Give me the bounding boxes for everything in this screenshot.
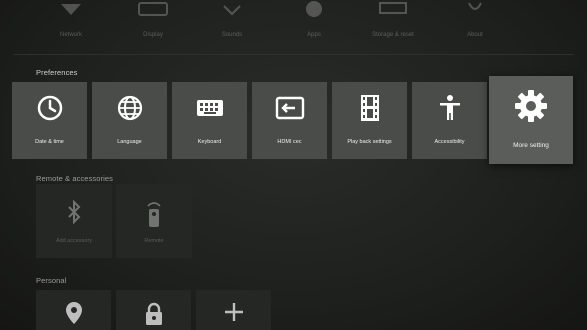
tile-label: Remote <box>144 238 164 244</box>
tile-location[interactable] <box>36 290 111 330</box>
tile-accessibility[interactable]: Accessibility <box>412 82 487 159</box>
tile-label: Accessibility <box>434 139 465 145</box>
tile-label: Add accessory <box>55 238 93 244</box>
top-item-label: About <box>467 32 483 38</box>
keyboard-icon <box>196 100 223 116</box>
top-item-label: Sounds <box>221 32 243 38</box>
accessibility-icon <box>439 95 460 120</box>
top-item-sounds[interactable]: Sounds <box>197 0 267 38</box>
location-icon <box>65 302 82 324</box>
bluetooth-icon <box>68 200 81 224</box>
top-item-label: Display <box>143 32 163 38</box>
wifi-icon <box>61 4 81 15</box>
top-item-apps[interactable]: Apps <box>279 0 349 38</box>
globe-icon <box>117 95 142 121</box>
gear-icon <box>515 90 547 122</box>
tile-hdmi-cec[interactable]: HDMI cec <box>252 82 327 159</box>
storage-icon <box>379 2 407 14</box>
tile-playback-settings[interactable]: Play back settings <box>332 82 407 159</box>
film-icon <box>360 95 379 121</box>
tile-security[interactable] <box>116 290 191 330</box>
lock-icon <box>145 302 162 325</box>
tile-remote[interactable]: Remote <box>116 184 192 258</box>
tile-date-time[interactable]: Date & time <box>12 82 87 159</box>
tile-add-account[interactable] <box>196 290 271 330</box>
tile-language[interactable]: Language <box>92 82 167 159</box>
tile-label: HDMI cec <box>277 139 302 145</box>
apps-icon <box>306 1 322 17</box>
tv-settings-screen: Network Display Sounds Apps Storage & re… <box>0 0 587 330</box>
tile-add-accessory[interactable]: Add accessory <box>36 184 112 258</box>
tile-keyboard[interactable]: Keyboard <box>172 82 247 159</box>
tile-label: More setting <box>513 142 549 149</box>
top-item-about[interactable]: About <box>440 0 510 38</box>
plus-icon <box>224 303 243 321</box>
section-title-remote: Remote & accessories <box>36 174 114 183</box>
top-item-display[interactable]: Display <box>118 0 188 38</box>
sound-icon <box>223 5 241 16</box>
top-item-label: Apps <box>307 32 321 38</box>
top-item-label: Storage & reset <box>372 32 414 38</box>
display-icon <box>138 2 168 16</box>
input-icon <box>275 96 304 120</box>
top-item-label: Network <box>59 32 82 38</box>
tile-label: Play back settings <box>347 139 392 145</box>
remote-icon <box>147 202 161 227</box>
divider <box>14 54 574 55</box>
tile-label: Keyboard <box>197 139 222 145</box>
clock-icon <box>37 95 62 121</box>
tile-label: Date & time <box>35 139 64 145</box>
section-title-preferences: Preferences <box>36 68 78 77</box>
top-item-storage[interactable]: Storage & reset <box>358 0 428 38</box>
section-title-personal: Personal <box>36 276 67 285</box>
top-item-network[interactable]: Network <box>36 0 106 38</box>
top-category-row: Network Display Sounds Apps Storage & re… <box>0 0 587 52</box>
tile-more-setting[interactable]: More setting <box>489 76 573 164</box>
info-icon <box>468 2 482 10</box>
tile-label: Language <box>117 139 142 145</box>
